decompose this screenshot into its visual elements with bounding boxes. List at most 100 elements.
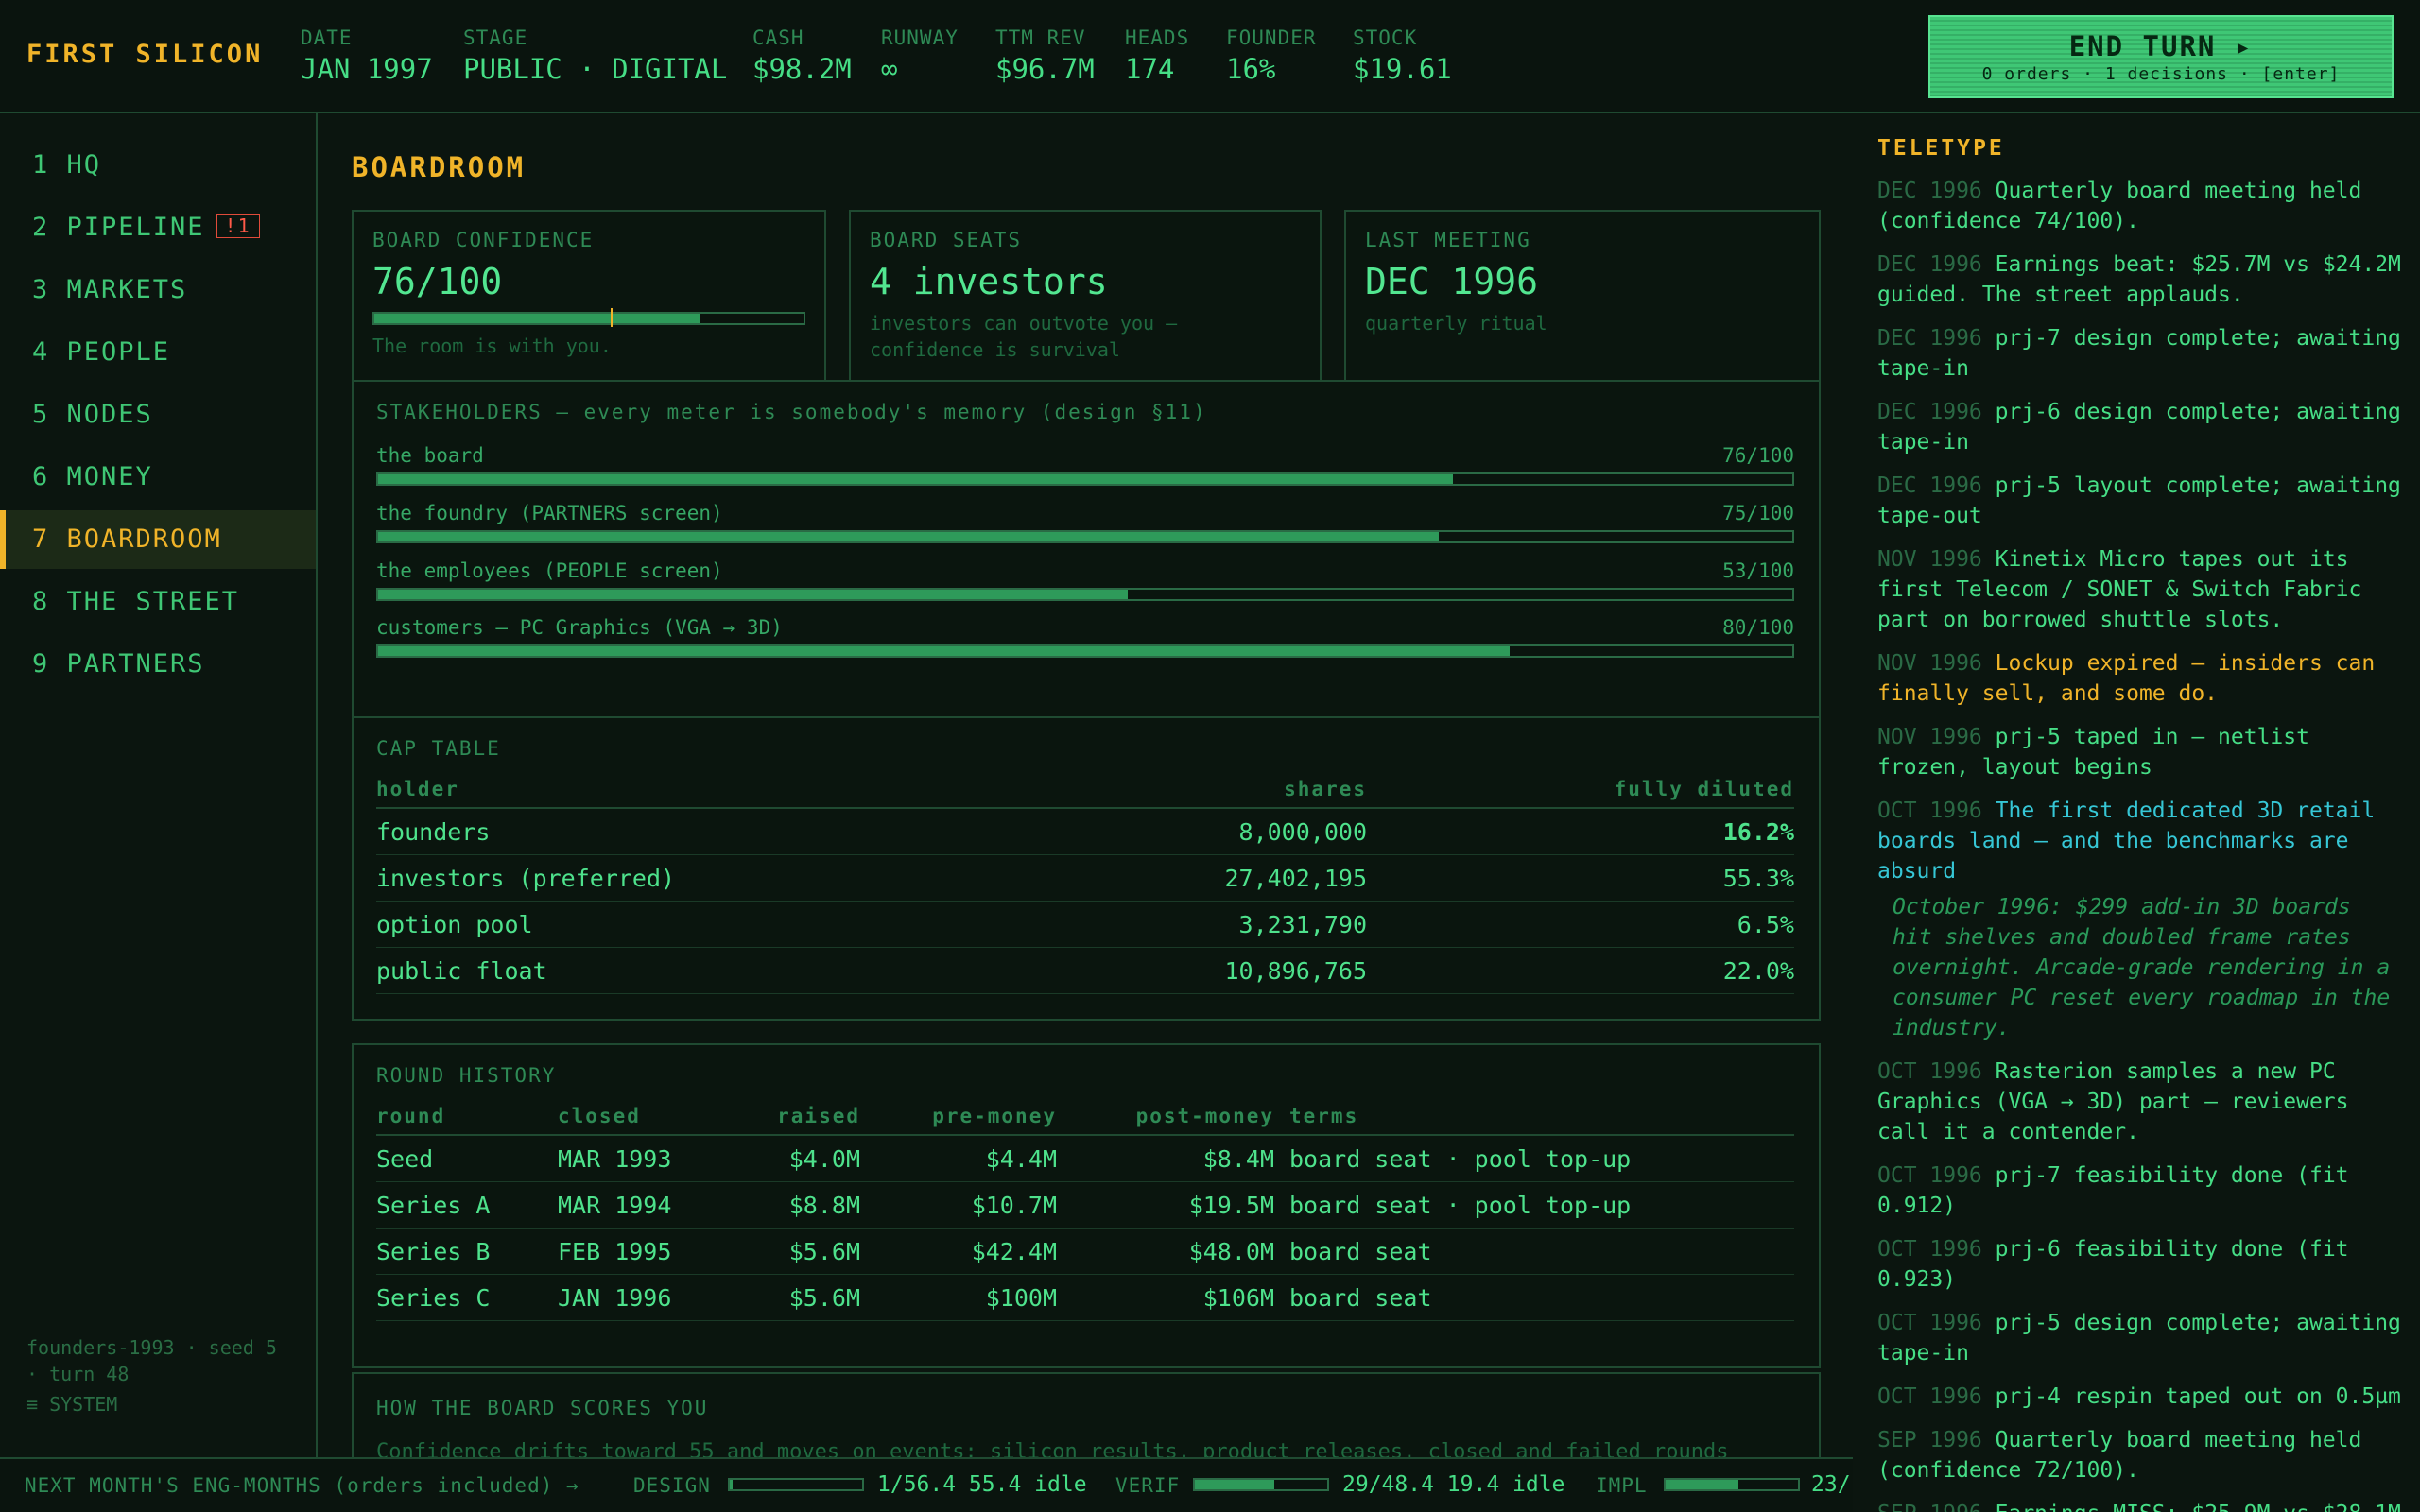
top-bar: FIRST SILICON DATE JAN 1997 STAGE PUBLIC… (0, 0, 2420, 113)
teletype-date: NOV 1996 (1877, 725, 1982, 749)
last-meeting-value: DEC 1996 (1365, 261, 1539, 302)
teletype-message: Earnings MISS: $25.9M vs $28.1M (1996, 1502, 2401, 1512)
table-row: Series A MAR 1994 $8.8M $10.7M $19.5M bo… (376, 1181, 1794, 1228)
teletype-date: NOV 1996 (1877, 651, 1982, 676)
teletype-date: OCT 1996 (1877, 1237, 1982, 1262)
round-history-panel: ROUND HISTORY round closed raised pre-mo… (352, 1043, 1821, 1368)
stakeholder-board: the board 76/100 (376, 444, 1794, 486)
confidence-value: 76/100 (372, 261, 503, 302)
round-history-table: round closed raised pre-money post-money… (376, 1098, 1794, 1321)
teletype-entry: NOV 1996 Kinetix Micro tapes out its fir… (1877, 544, 2403, 635)
cap-table-header: holder shares fully diluted (376, 771, 1794, 809)
teletype-panel: TELETYPE DEC 1996 Quarterly board meetin… (1855, 113, 2420, 1512)
teletype-entry: OCT 1996 prj-4 respin taped out on 0.5µm (1877, 1382, 2403, 1412)
design-capacity-meter (728, 1478, 864, 1491)
stakeholder-foundry: the foundry (PARTNERS screen) 75/100 (376, 502, 1794, 543)
teletype-entry: OCT 1996 prj-6 feasibility done (fit 0.9… (1877, 1234, 2403, 1295)
table-row: public float 10,896,765 22.0% (376, 947, 1794, 994)
nav-nodes[interactable]: 5 NODES (0, 386, 316, 444)
teletype-date: SEP 1996 (1877, 1428, 1982, 1452)
teletype-entry: DEC 1996 prj-6 design complete; awaiting… (1877, 397, 2403, 457)
teletype-date: OCT 1996 (1877, 1311, 1982, 1335)
board-scoring-panel: HOW THE BOARD SCORES YOU Confidence drif… (352, 1372, 1821, 1457)
teletype-date: NOV 1996 (1877, 547, 1982, 572)
teletype-entry: SEP 1996 Quarterly board meeting held (c… (1877, 1425, 2403, 1486)
teletype-date: OCT 1996 (1877, 1163, 1982, 1188)
teletype-feed: DEC 1996 Quarterly board meeting held (c… (1877, 176, 2403, 1512)
stat-heads: HEADS 174 (1125, 26, 1190, 85)
stat-cash: CASH $98.2M (752, 26, 852, 85)
end-turn-button[interactable]: END TURN ▸ 0 orders · 1 decisions · [ent… (1928, 15, 2394, 98)
cap-table-panel: CAP TABLE holder shares fully diluted fo… (352, 716, 1821, 1021)
teletype-message: prj-4 respin taped out on 0.5µm (1995, 1384, 2401, 1409)
teletype-entry: NOV 1996 prj-5 taped in — netlist frozen… (1877, 722, 2403, 782)
teletype-date: OCT 1996 (1877, 1059, 1982, 1084)
nav-partners[interactable]: 9 PARTNERS (0, 635, 316, 694)
stakeholder-customers: customers — PC Graphics (VGA → 3D) 80/10… (376, 616, 1794, 658)
sidebar: 1 HQ 2 PIPELINE !1 3 MARKETS 4 PEOPLE 5 N… (0, 113, 318, 1457)
teletype-entry: OCT 1996 The first dedicated 3D retail b… (1877, 796, 2403, 886)
eng-months-bar: NEXT MONTH'S ENG-MONTHS (orders included… (0, 1457, 1853, 1512)
impl-capacity-meter (1664, 1478, 1800, 1491)
teletype-date: DEC 1996 (1877, 473, 1982, 498)
verif-capacity-meter (1193, 1478, 1329, 1491)
stat-runway: RUNWAY ∞ (881, 26, 959, 85)
confidence-meter (372, 308, 805, 327)
stakeholder-meter (376, 530, 1794, 543)
confidence-baseline-marker (610, 308, 613, 327)
nav-the-street[interactable]: 8 THE STREET (0, 573, 316, 631)
stat-stock: STOCK $19.61 (1353, 26, 1452, 85)
teletype-date: DEC 1996 (1877, 326, 1982, 351)
system-menu-button[interactable]: ≡ SYSTEM (26, 1391, 277, 1418)
teletype-entry: DEC 1996 Quarterly board meeting held (c… (1877, 176, 2403, 236)
teletype-quote: October 1996: $299 add-in 3D boards hit … (1893, 895, 2391, 1040)
teletype-date: DEC 1996 (1877, 179, 1982, 203)
teletype-entry: OCT 1996 Rasterion samples a new PC Grap… (1877, 1057, 2403, 1147)
end-turn-summary: 0 orders · 1 decisions · [enter] (1981, 64, 2341, 84)
nav-money[interactable]: 6 MONEY (0, 448, 316, 507)
stakeholder-meter (376, 588, 1794, 601)
stat-founder: FOUNDER 16% (1226, 26, 1317, 85)
game-title: FIRST SILICON (26, 40, 264, 69)
board-seats-value: 4 investors (870, 261, 1108, 302)
nav-pipeline[interactable]: 2 PIPELINE !1 (0, 198, 316, 257)
nav-boardroom[interactable]: 7 BOARDROOM (0, 510, 316, 569)
stat-stage: STAGE PUBLIC · DIGITAL (463, 26, 728, 85)
stakeholder-meter (376, 472, 1794, 486)
stat-ttm-rev: TTM REV $96.7M (995, 26, 1095, 85)
confidence-meter-fill (374, 314, 701, 323)
teletype-entry: DEC 1996 prj-5 layout complete; awaiting… (1877, 471, 2403, 531)
table-row: Series C JAN 1996 $5.6M $100M $106M boar… (376, 1274, 1794, 1321)
table-row: Seed MAR 1993 $4.0M $4.4M $8.4M board se… (376, 1135, 1794, 1182)
teletype-date: DEC 1996 (1877, 252, 1982, 277)
alert-badge: !1 (216, 214, 260, 238)
teletype-date: DEC 1996 (1877, 400, 1982, 424)
nav-people[interactable]: 4 PEOPLE (0, 323, 316, 382)
board-seats-card: BOARD SEATS 4 investors investors can ou… (849, 210, 1322, 382)
end-turn-label: END TURN ▸ (2068, 30, 2254, 62)
board-confidence-card: BOARD CONFIDENCE 76/100 The room is with… (352, 210, 826, 382)
save-info: founders-1993 · seed 5 · turn 48 ≡ SYSTE… (26, 1336, 277, 1418)
stat-date: DATE JAN 1997 (301, 26, 433, 85)
boardroom-screen: BOARDROOM BOARD CONFIDENCE 76/100 The ro… (318, 113, 1853, 1457)
round-history-header: round closed raised pre-money post-money… (376, 1098, 1794, 1136)
cap-table: holder shares fully diluted founders 8,0… (376, 771, 1794, 994)
teletype-entry: NOV 1996 Lockup expired — insiders can f… (1877, 648, 2403, 709)
teletype-title: TELETYPE (1877, 136, 2005, 161)
teletype-entry: OCT 1996 prj-7 feasibility done (fit 0.9… (1877, 1160, 2403, 1221)
table-row: Series B FEB 1995 $5.6M $42.4M $48.0M bo… (376, 1228, 1794, 1275)
stakeholder-employees: the employees (PEOPLE screen) 53/100 (376, 559, 1794, 601)
nav-markets[interactable]: 3 MARKETS (0, 261, 316, 319)
teletype-date: OCT 1996 (1877, 1384, 1982, 1409)
stakeholder-meter (376, 644, 1794, 658)
table-row: founders 8,000,000 16.2% (376, 808, 1794, 855)
page-title: BOARDROOM (352, 151, 527, 183)
last-meeting-card: LAST MEETING DEC 1996 quarterly ritual (1344, 210, 1821, 382)
teletype-date: SEP 1996 (1877, 1502, 1982, 1512)
teletype-entry: DEC 1996 Earnings beat: $25.7M vs $24.2M… (1877, 249, 2403, 310)
table-row: investors (preferred) 27,402,195 55.3% (376, 854, 1794, 902)
teletype-entry: OCT 1996 prj-5 design complete; awaiting… (1877, 1308, 2403, 1368)
teletype-entry: DEC 1996 prj-7 design complete; awaiting… (1877, 323, 2403, 384)
teletype-date: OCT 1996 (1877, 799, 1982, 823)
nav-hq[interactable]: 1 HQ (0, 136, 316, 195)
